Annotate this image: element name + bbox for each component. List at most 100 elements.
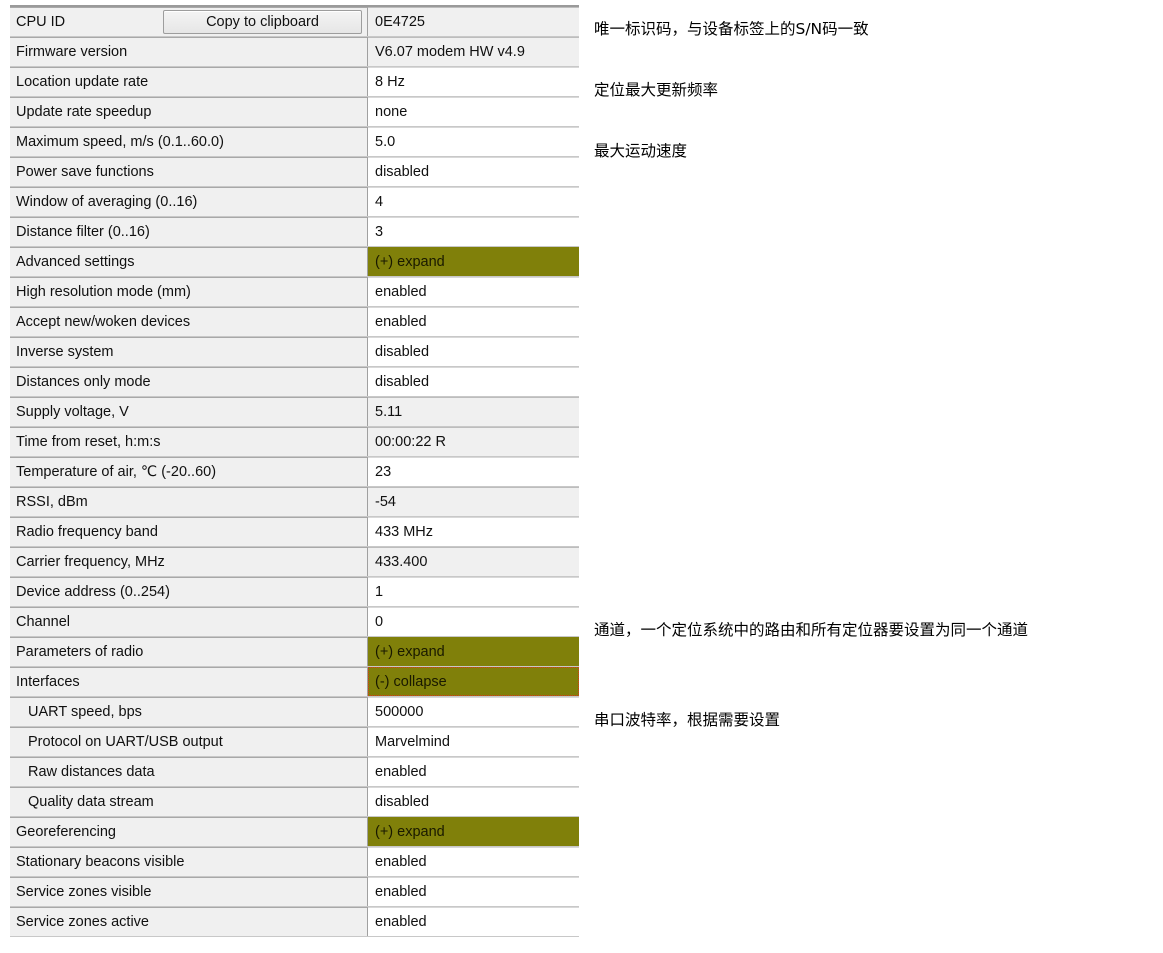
table-row[interactable]: Service zones visible enabled <box>10 877 579 907</box>
property-value-cell[interactable]: enabled <box>368 757 579 786</box>
table-row[interactable]: Distance filter (0..16) 3 <box>10 217 579 247</box>
table-row[interactable]: Channel 0 <box>10 607 579 637</box>
property-value-cell[interactable]: enabled <box>368 877 579 906</box>
property-value-cell[interactable]: enabled <box>368 907 579 936</box>
table-row[interactable]: Radio frequency band 433 MHz <box>10 517 579 547</box>
property-label-cell: Window of averaging (0..16) <box>10 187 368 216</box>
property-value-cell[interactable]: 0 <box>368 607 579 636</box>
expander-toggle-cell[interactable]: (+) expand <box>368 247 579 276</box>
property-value-cell[interactable]: 5.0 <box>368 127 579 156</box>
expander-toggle-cell[interactable]: (-) collapse <box>368 667 579 696</box>
property-label: Update rate speedup <box>16 103 152 120</box>
annotation-text: 串口波特率，根据需要设置 <box>594 711 781 729</box>
property-value-cell[interactable]: disabled <box>368 337 579 366</box>
property-value-cell[interactable]: 433 MHz <box>368 517 579 546</box>
property-label-cell: Radio frequency band <box>10 517 368 546</box>
property-label: Maximum speed, m/s (0.1..60.0) <box>16 133 224 150</box>
table-row[interactable]: Georeferencing (+) expand <box>10 817 579 847</box>
table-row[interactable]: Time from reset, h:m:s 00:00:22 R <box>10 427 579 457</box>
property-label: Service zones active <box>16 913 149 930</box>
table-row[interactable]: Device address (0..254) 1 <box>10 577 579 607</box>
table-row[interactable]: Maximum speed, m/s (0.1..60.0) 5.0 <box>10 127 579 157</box>
property-value-cell[interactable]: 500000 <box>368 697 579 726</box>
table-row[interactable]: Quality data stream disabled <box>10 787 579 817</box>
property-label: Service zones visible <box>16 883 152 900</box>
property-label-cell: RSSI, dBm <box>10 487 368 516</box>
property-label-cell: Quality data stream <box>10 787 368 816</box>
property-label: High resolution mode (mm) <box>16 283 191 300</box>
table-row[interactable]: UART speed, bps 500000 <box>10 697 579 727</box>
table-row[interactable]: Temperature of air, ℃ (-20..60) 23 <box>10 457 579 487</box>
property-value-cell[interactable]: enabled <box>368 847 579 876</box>
table-row[interactable]: Firmware version V6.07 modem HW v4.9 <box>10 37 579 67</box>
property-value-cell[interactable]: 4 <box>368 187 579 216</box>
property-label-cell: Channel <box>10 607 368 636</box>
property-value-cell[interactable]: Marvelmind <box>368 727 579 756</box>
table-row[interactable]: Interfaces (-) collapse <box>10 667 579 697</box>
property-label-cell: Carrier frequency, MHz <box>10 547 368 576</box>
property-value-cell[interactable]: 23 <box>368 457 579 486</box>
property-label-cell: Service zones visible <box>10 877 368 906</box>
property-label: RSSI, dBm <box>16 493 88 510</box>
property-label-cell: Stationary beacons visible <box>10 847 368 876</box>
property-value-cell[interactable]: 8 Hz <box>368 67 579 96</box>
annotation-text: 最大运动速度 <box>594 142 688 160</box>
property-label: Stationary beacons visible <box>16 853 185 870</box>
table-row[interactable]: Inverse system disabled <box>10 337 579 367</box>
property-value-cell: -54 <box>368 487 579 516</box>
property-value-cell[interactable]: enabled <box>368 277 579 306</box>
property-value-cell[interactable]: 1 <box>368 577 579 606</box>
property-label-cell: Time from reset, h:m:s <box>10 427 368 456</box>
table-row[interactable]: Power save functions disabled <box>10 157 579 187</box>
property-label-cell: UART speed, bps <box>10 697 368 726</box>
table-row[interactable]: Raw distances data enabled <box>10 757 579 787</box>
table-row[interactable]: Location update rate 8 Hz <box>10 67 579 97</box>
property-label: Power save functions <box>16 163 154 180</box>
table-row[interactable]: CPU ID Copy to clipboard 0E4725 <box>10 7 579 37</box>
table-row[interactable]: Update rate speedup none <box>10 97 579 127</box>
table-row[interactable]: Supply voltage, V 5.11 <box>10 397 579 427</box>
property-label: Firmware version <box>16 43 128 60</box>
table-row[interactable]: Stationary beacons visible enabled <box>10 847 579 877</box>
property-value-cell: V6.07 modem HW v4.9 <box>368 37 579 66</box>
copy-to-clipboard-button[interactable]: Copy to clipboard <box>163 10 362 34</box>
property-value-cell[interactable]: enabled <box>368 307 579 336</box>
property-label: Device address (0..254) <box>16 583 170 600</box>
property-label: Radio frequency band <box>16 523 158 540</box>
property-value-cell[interactable]: disabled <box>368 367 579 396</box>
property-label: Carrier frequency, MHz <box>16 553 165 570</box>
property-value-cell[interactable]: 3 <box>368 217 579 246</box>
property-label-cell: CPU ID Copy to clipboard <box>10 7 368 36</box>
screen-root: CPU ID Copy to clipboard 0E4725 Firmware ve… <box>0 0 1163 953</box>
property-label-cell: Parameters of radio <box>10 637 368 666</box>
table-row[interactable]: Window of averaging (0..16) 4 <box>10 187 579 217</box>
property-value-cell: 0E4725 <box>368 7 579 36</box>
property-label-cell: Supply voltage, V <box>10 397 368 426</box>
property-value-cell[interactable]: disabled <box>368 787 579 816</box>
property-label-cell: Accept new/woken devices <box>10 307 368 336</box>
table-row[interactable]: Distances only mode disabled <box>10 367 579 397</box>
property-value-cell: 433.400 <box>368 547 579 576</box>
property-label: Quality data stream <box>28 793 154 810</box>
property-label: Protocol on UART/USB output <box>28 733 223 750</box>
property-value-cell[interactable]: none <box>368 97 579 126</box>
property-value-cell: 00:00:22 R <box>368 427 579 456</box>
table-row[interactable]: Protocol on UART/USB output Marvelmind <box>10 727 579 757</box>
table-row[interactable]: Carrier frequency, MHz 433.400 <box>10 547 579 577</box>
property-label: CPU ID <box>16 13 66 30</box>
table-row[interactable]: Advanced settings (+) expand <box>10 247 579 277</box>
table-row[interactable]: RSSI, dBm -54 <box>10 487 579 517</box>
table-row[interactable]: Accept new/woken devices enabled <box>10 307 579 337</box>
property-label: UART speed, bps <box>28 703 142 720</box>
table-row[interactable]: High resolution mode (mm) enabled <box>10 277 579 307</box>
property-label-cell: Maximum speed, m/s (0.1..60.0) <box>10 127 368 156</box>
table-row[interactable]: Service zones active enabled <box>10 907 579 937</box>
table-row[interactable]: Parameters of radio (+) expand <box>10 637 579 667</box>
expander-toggle-cell[interactable]: (+) expand <box>368 637 579 666</box>
annotation-text: 通道，一个定位系统中的路由和所有定位器要设置为同一个通道 <box>594 621 1029 639</box>
property-label-cell: Inverse system <box>10 337 368 366</box>
expander-toggle-cell[interactable]: (+) expand <box>368 817 579 846</box>
property-label: Accept new/woken devices <box>16 313 191 330</box>
property-value-cell[interactable]: disabled <box>368 157 579 186</box>
property-label-cell: Power save functions <box>10 157 368 186</box>
